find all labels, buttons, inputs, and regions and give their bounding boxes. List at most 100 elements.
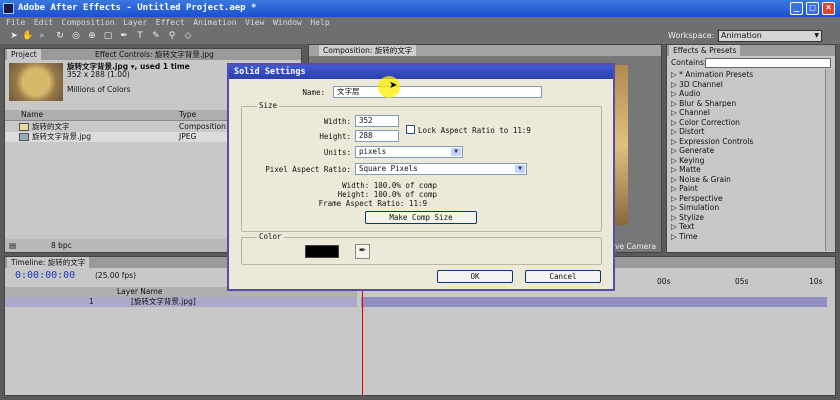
effects-category[interactable]: ▷ Paint — [671, 184, 698, 194]
workspace-label: Workspace: — [668, 31, 715, 40]
layer-name: [旋转文字背景.jpg] — [131, 297, 196, 306]
tab-effect-controls[interactable]: Effect Controls: 旋转文字背景.jpg — [91, 49, 218, 60]
camera-tool-icon[interactable]: ◎ — [70, 30, 82, 42]
color-swatch[interactable] — [305, 245, 339, 258]
text-tool-icon[interactable]: T — [134, 30, 146, 42]
zoom-tool-icon[interactable]: ⌕ — [36, 30, 48, 42]
menu-help[interactable]: Help — [310, 18, 329, 27]
effects-category[interactable]: ▷ Color Correction — [671, 118, 740, 128]
timeline-layer-row[interactable]: 1 [旋转文字背景.jpg] — [5, 297, 357, 307]
effects-tabbar: Effects & Presets — [667, 45, 835, 56]
effects-category[interactable]: ▷ Stylize — [671, 213, 704, 223]
dialog-title: Solid Settings — [234, 67, 306, 77]
brush-tool-icon[interactable]: ✎ — [150, 30, 162, 42]
workspace-select[interactable]: Animation ▼ — [718, 30, 822, 42]
menu-window[interactable]: Window — [273, 18, 302, 27]
clone-tool-icon[interactable]: ⚲ — [166, 30, 178, 42]
effects-category[interactable]: ▷ Perspective — [671, 194, 723, 204]
eraser-tool-icon[interactable]: ◇ — [182, 30, 194, 42]
name-field[interactable]: 文字层 — [333, 86, 542, 98]
column-name[interactable]: Name — [21, 110, 43, 120]
effects-category[interactable]: ▷ Blur & Sharpen — [671, 99, 736, 109]
rotate-tool-icon[interactable]: ↻ — [54, 30, 66, 42]
project-tabbar: Project Effect Controls: 旋转文字背景.jpg — [5, 49, 301, 60]
ruler-tick: 05s — [735, 277, 749, 286]
project-item-name: 旋转文字背景.jpg — [32, 132, 91, 141]
menu-view[interactable]: View — [245, 18, 264, 27]
effects-category[interactable]: ▷ Text — [671, 222, 694, 232]
tab-project[interactable]: Project — [7, 49, 41, 60]
height-label: Height: — [319, 132, 351, 141]
width-label: Width: — [323, 117, 351, 126]
effects-category[interactable]: ▷ Generate — [671, 146, 714, 156]
current-time-indicator[interactable] — [362, 291, 363, 395]
ruler-tick: 00s — [657, 277, 671, 286]
timecode-display[interactable]: 0:00:00:00 — [15, 270, 75, 281]
effects-scrollbar[interactable] — [825, 69, 835, 251]
effects-category[interactable]: ▷ 3D Channel — [671, 80, 723, 90]
effects-category[interactable]: ▷ Time — [671, 232, 698, 242]
menu-file[interactable]: File — [6, 18, 25, 27]
pixel-aspect-select[interactable]: Square Pixels ▼ — [355, 163, 527, 175]
layer-index: 1 — [89, 297, 94, 306]
column-type[interactable]: Type — [179, 110, 196, 120]
solid-settings-dialog: Solid Settings Name: 文字层 Size Width: 352… — [227, 63, 615, 291]
layer-duration-bar[interactable] — [361, 297, 827, 307]
mask-tool-icon[interactable]: ▢ — [102, 30, 114, 42]
menu-layer[interactable]: Layer — [123, 18, 147, 27]
effects-category[interactable]: ▷ Audio — [671, 89, 700, 99]
menu-animation[interactable]: Animation — [193, 18, 236, 27]
effects-category[interactable]: ▷ Keying — [671, 156, 704, 166]
column-layer-name[interactable]: Layer Name — [117, 287, 162, 297]
make-comp-size-button[interactable]: Make Comp Size — [365, 211, 477, 224]
effects-category[interactable]: ▷ Simulation — [671, 203, 719, 213]
pixel-aspect-value: Square Pixels — [359, 164, 418, 173]
menu-edit[interactable]: Edit — [34, 18, 53, 27]
project-item-type: JPEG — [179, 132, 197, 141]
effects-category[interactable]: ▷ Noise & Grain — [671, 175, 731, 185]
pixel-aspect-label: Pixel Aspect Ratio: — [265, 165, 351, 174]
project-item-type: Composition — [179, 122, 226, 131]
close-button[interactable]: × — [822, 2, 835, 15]
effects-category[interactable]: ▷ Distort — [671, 127, 704, 137]
pan-behind-tool-icon[interactable]: ⊕ — [86, 30, 98, 42]
color-group-title: Color — [257, 232, 284, 241]
eyedropper-icon[interactable]: ✒ — [355, 244, 370, 259]
bit-depth-label[interactable]: 8 bpc — [51, 241, 72, 251]
chevron-down-icon: ▼ — [814, 32, 819, 39]
tab-composition[interactable]: Composition: 旋转的文字 — [319, 45, 417, 56]
pen-tool-icon[interactable]: ✒ — [118, 30, 130, 42]
effects-category[interactable]: ▷ Matte — [671, 165, 701, 175]
menu-effect[interactable]: Effect — [156, 18, 185, 27]
name-label: Name: — [302, 88, 325, 97]
tab-effects-presets[interactable]: Effects & Presets — [669, 45, 741, 56]
ok-button[interactable]: OK — [437, 270, 513, 283]
comp-tabbar: Composition: 旋转的文字 — [309, 45, 661, 56]
info-width: Width: 100.0% of comp — [342, 181, 437, 190]
lock-aspect-checkbox[interactable] — [406, 125, 415, 134]
menu-composition[interactable]: Composition — [62, 18, 115, 27]
units-select[interactable]: pixels ▼ — [355, 146, 463, 158]
contains-label: Contains: — [671, 58, 707, 67]
workspace-value: Animation — [721, 31, 762, 40]
tab-timeline[interactable]: Timeline: 旋转的文字 — [7, 257, 90, 268]
effects-presets-panel: Effects & Presets Contains: ▷ * Animatio… — [666, 44, 836, 253]
folder-icon[interactable]: ▤ — [9, 241, 16, 251]
composition-icon — [19, 123, 29, 131]
image-file-icon — [19, 133, 29, 141]
cancel-button[interactable]: Cancel — [525, 270, 601, 283]
maximize-button[interactable]: □ — [806, 2, 819, 15]
effects-category[interactable]: ▷ * Animation Presets — [671, 70, 753, 80]
selection-tool-icon[interactable]: ➤ — [8, 30, 20, 42]
effects-category[interactable]: ▷ Channel — [671, 108, 710, 118]
height-field[interactable]: 288 — [355, 130, 399, 142]
hand-tool-icon[interactable]: ✋ — [22, 30, 34, 42]
footage-thumbnail — [9, 63, 63, 101]
width-field[interactable]: 352 — [355, 115, 399, 127]
chevron-down-icon: ▼ — [451, 148, 461, 156]
effects-search-input[interactable] — [705, 58, 831, 68]
active-camera-label[interactable]: ive Camera — [613, 242, 656, 252]
minimize-button[interactable]: _ — [790, 2, 803, 15]
effects-category[interactable]: ▷ Expression Controls — [671, 137, 753, 147]
window-title-bar: Adobe After Effects - Untitled Project.a… — [0, 0, 840, 17]
